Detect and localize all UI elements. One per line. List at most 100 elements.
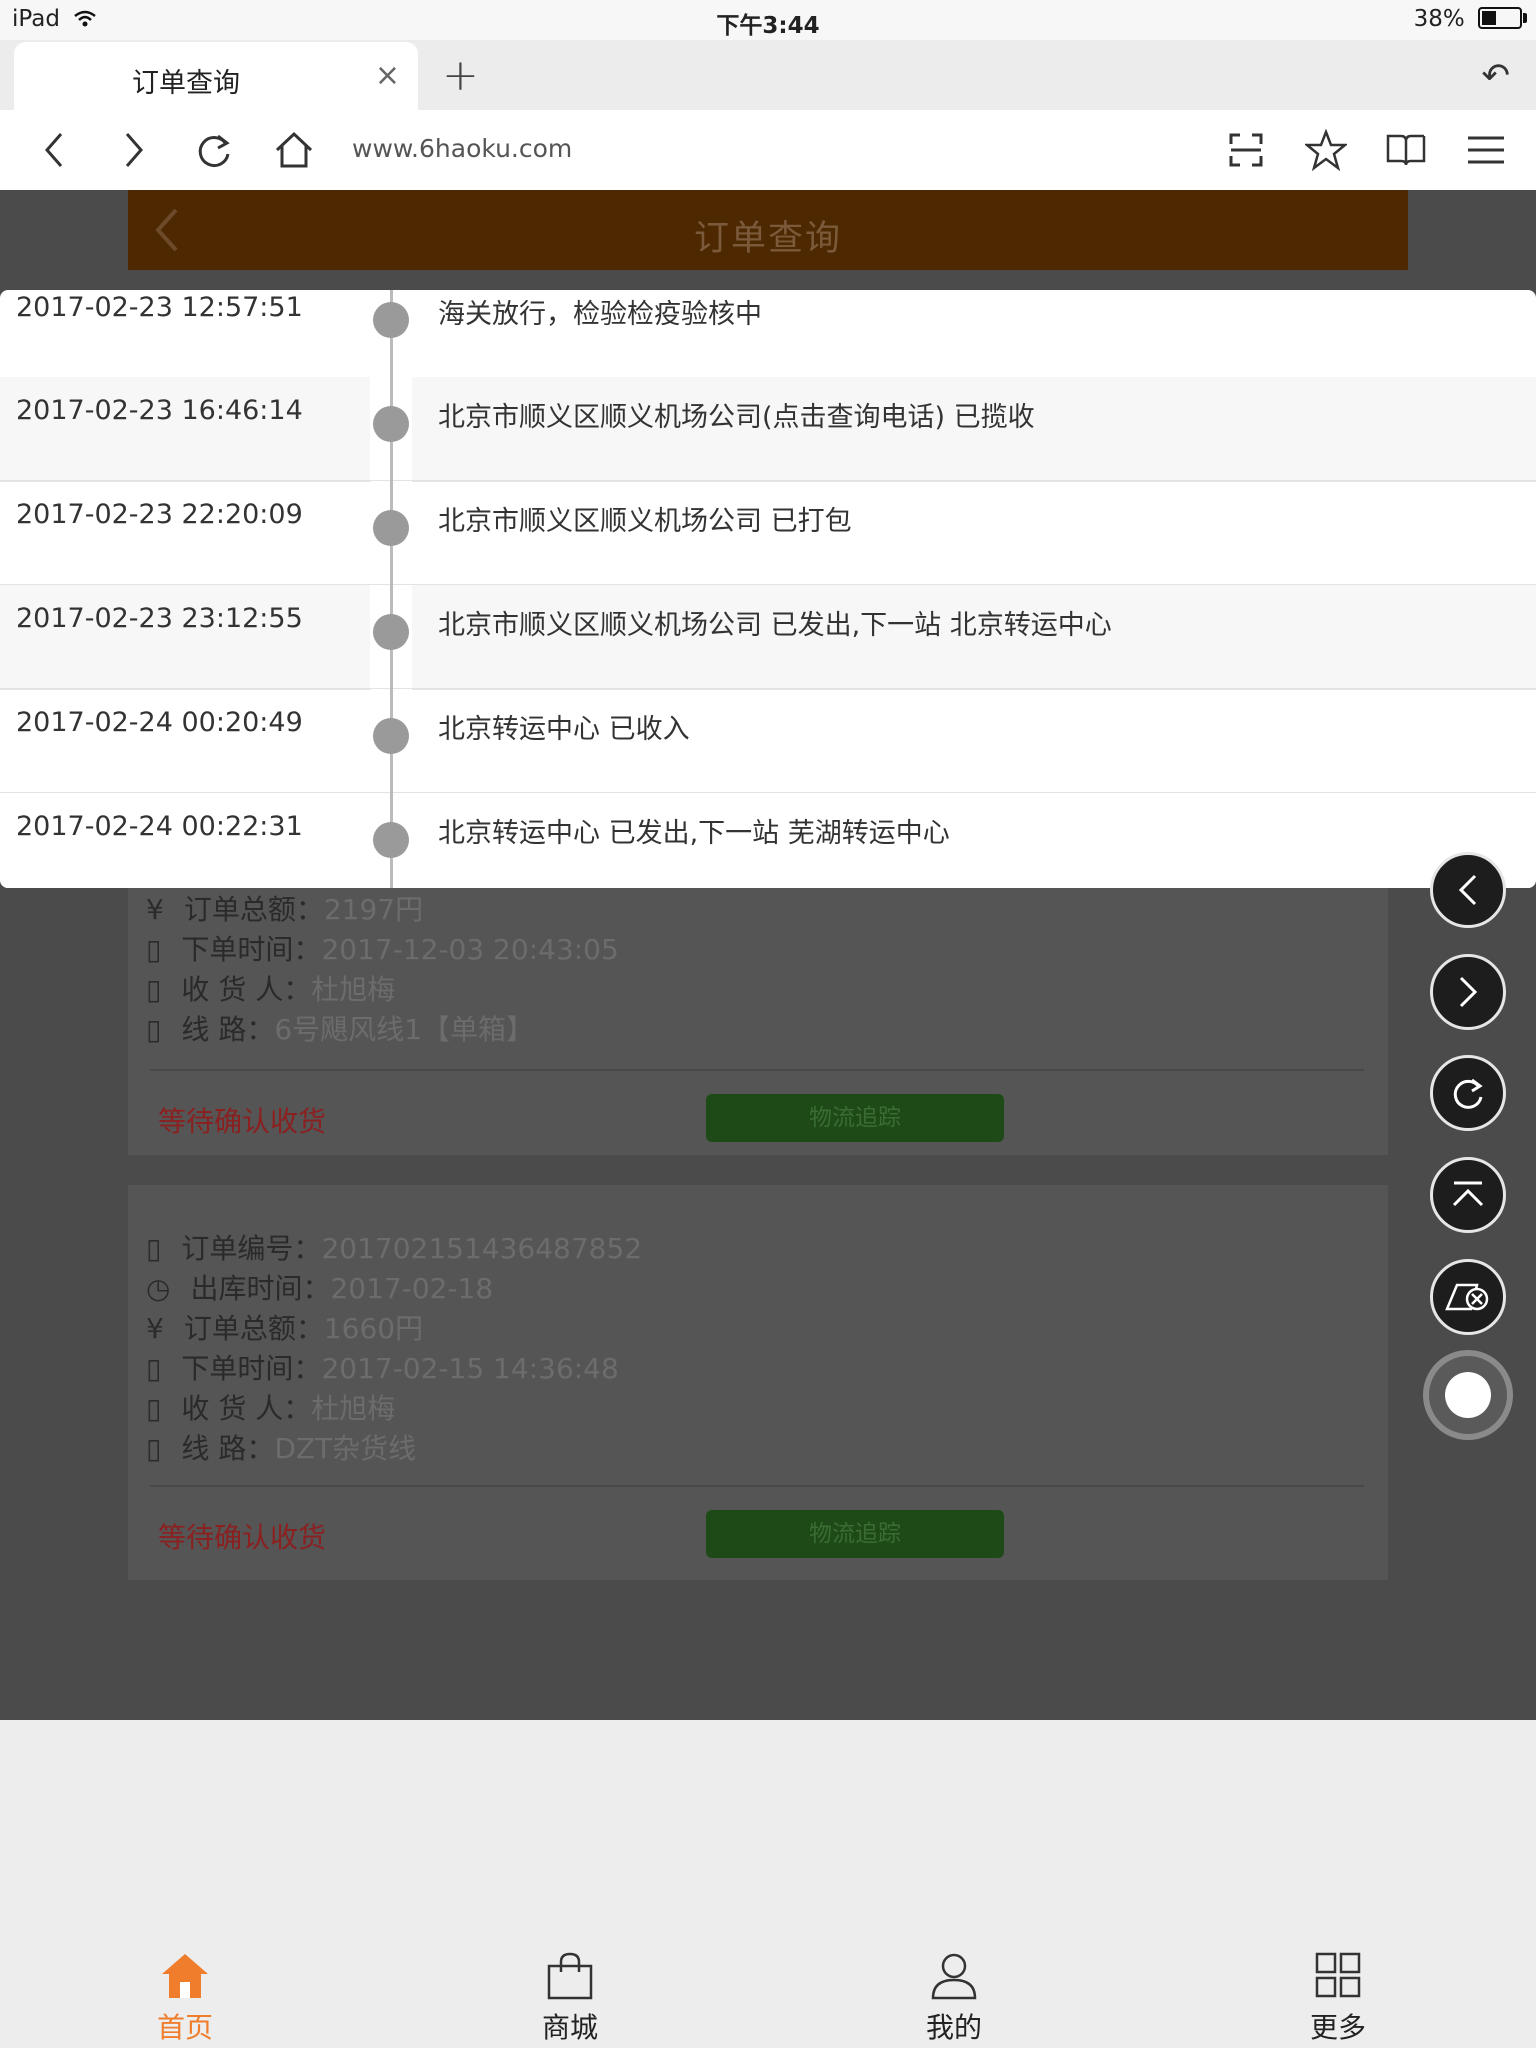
shopping-bag-icon [547, 1952, 593, 2000]
nav-item-label: 首页 [156, 2011, 213, 2044]
back-icon[interactable] [30, 126, 78, 174]
timeline-line [390, 290, 393, 888]
undo-close-tab-icon[interactable]: ↶ [1482, 56, 1511, 96]
timeline-dot [373, 302, 409, 338]
battery-icon [1478, 7, 1527, 29]
browser-navbar: www.6haoku.com [0, 110, 1536, 190]
tracking-time: 2017-02-23 22:20:09 [16, 499, 303, 530]
yen-icon: ¥ [146, 893, 164, 926]
order-line-label: 订单编号： [181, 1232, 322, 1265]
nav-item-label: 更多 [1309, 2011, 1366, 2044]
page-header: 订单查询 [128, 190, 1408, 270]
tracking-desc: 北京转运中心 已收入 [438, 714, 690, 745]
order-line-value: 杜旭梅 [311, 1392, 396, 1425]
tracking-desc[interactable]: 北京市顺义区顺义机场公司(点击查询电话) 已揽收 [438, 395, 1035, 434]
nav-item-more[interactable]: 更多 [1268, 1952, 1408, 2046]
new-tab-button[interactable]: + [442, 50, 479, 101]
order-line: ◷ 出库时间：2017-02-18 [146, 1267, 493, 1307]
order-line-value: 2197円 [323, 893, 424, 926]
order-line: ▯ 线 路：DZT杂货线 [146, 1427, 416, 1467]
document-icon: ▯ [146, 1392, 162, 1425]
document-icon: ▯ [146, 973, 162, 1006]
home-icon[interactable] [270, 126, 318, 174]
divider [150, 1485, 1364, 1487]
timeline-dot [373, 406, 409, 442]
track-shipment-button[interactable]: 物流追踪 [706, 1510, 1004, 1558]
document-icon: ▯ [146, 1232, 162, 1265]
order-line-label: 订单总额： [183, 893, 324, 926]
order-line-value: 2017-12-03 20:43:05 [321, 933, 619, 966]
yen-icon: ¥ [146, 1312, 164, 1345]
url-bar[interactable]: www.6haoku.com [352, 134, 572, 163]
tracking-desc: 北京市顺义区顺义机场公司 已发出,下一站 北京转运中心 [438, 610, 1112, 641]
reading-mode-icon[interactable] [1382, 126, 1430, 174]
order-line-value: 6号飓风线1【单箱】 [274, 1013, 534, 1046]
float-scroll-top-button[interactable] [1430, 1157, 1506, 1233]
tracking-desc: 海关放行，检验检疫验核中 [438, 299, 762, 330]
forward-icon[interactable] [110, 126, 158, 174]
tracking-desc: 北京市顺义区顺义机场公司 已打包 [438, 506, 852, 537]
nav-item-home[interactable]: 首页 [115, 1952, 255, 2046]
tracking-row: 2017-02-24 00:20:49 北京转运中心 已收入 [0, 689, 1536, 794]
battery-percent: 38% [1413, 6, 1465, 32]
user-icon [931, 1953, 977, 2000]
eraser-icon [1445, 1283, 1489, 1311]
chevron-right-icon [1459, 976, 1478, 1008]
float-reload-button[interactable] [1430, 1055, 1506, 1131]
float-back-button[interactable] [1430, 852, 1506, 928]
home-icon [162, 1954, 208, 1998]
order-line-label: 出库时间： [190, 1272, 331, 1305]
float-forward-button[interactable] [1430, 954, 1506, 1030]
timeline-dot [373, 718, 409, 754]
assistive-touch-button[interactable] [1423, 1350, 1513, 1440]
nav-item-shop[interactable]: 商城 [500, 1952, 640, 2046]
tracking-row: 2017-02-23 23:12:55 北京市顺义区顺义机场公司 已发出,下一站… [0, 585, 1536, 690]
reload-icon[interactable] [190, 126, 238, 174]
float-clear-button[interactable] [1430, 1259, 1506, 1335]
chevron-left-icon [1458, 874, 1477, 906]
document-icon: ▯ [146, 1352, 162, 1385]
tracking-time: 2017-02-23 12:57:51 [16, 292, 303, 323]
track-shipment-button[interactable]: 物流追踪 [706, 1094, 1004, 1142]
order-line: ▯ 线 路：6号飓风线1【单箱】 [146, 1008, 534, 1048]
order-card: ▯ 订单编号：201702151436487852 ◷ 出库时间：2017-02-1… [128, 1185, 1388, 1580]
order-line-label: 收 货 人： [181, 1392, 312, 1425]
order-status: 等待确认收货 [158, 1105, 327, 1138]
order-line-label: 收 货 人： [181, 973, 312, 1006]
order-line-value: 1660円 [323, 1312, 424, 1345]
nav-item-label: 我的 [925, 2011, 982, 2044]
tracking-time: 2017-02-24 00:22:31 [16, 811, 303, 842]
order-line-value: 201702151436487852 [321, 1232, 643, 1265]
tracking-popup: 2017-02-23 12:57:51 海关放行，检验检疫验核中 2017-02… [0, 290, 1536, 888]
menu-icon[interactable] [1462, 126, 1510, 174]
tab-title: 订单查询 [132, 68, 240, 99]
browser-tab[interactable]: 订单查询 × [14, 42, 418, 110]
order-line: ▯ 下单时间：2017-12-03 20:43:05 [146, 928, 619, 968]
status-time: 下午3:44 [716, 13, 820, 39]
tracking-row: 2017-02-24 00:22:31 北京转运中心 已发出,下一站 芜湖转运中… [0, 793, 1536, 888]
clock-icon: ◷ [146, 1272, 171, 1305]
tracking-time: 2017-02-24 00:20:49 [16, 707, 303, 738]
scan-icon[interactable] [1222, 126, 1270, 174]
document-icon: ▯ [146, 933, 162, 966]
tracking-row: 2017-02-23 22:20:09 北京市顺义区顺义机场公司 已打包 [0, 481, 1536, 586]
order-line: ▯ 收 货 人：杜旭梅 [146, 1387, 395, 1427]
timeline-dot [373, 822, 409, 858]
grid-icon [1315, 1952, 1361, 1998]
tracking-row: 2017-02-23 16:46:14 北京市顺义区顺义机场公司(点击查询电话)… [0, 377, 1536, 482]
tab-strip: 订单查询 × + ↶ [0, 40, 1536, 110]
nav-item-label: 商城 [541, 2011, 598, 2044]
order-line: ▯ 订单编号：201702151436487852 [146, 1227, 642, 1267]
nav-item-mine[interactable]: 我的 [884, 1952, 1024, 2046]
order-line-label: 线 路： [181, 1432, 275, 1465]
divider [150, 1069, 1364, 1071]
order-line: ▯ 收 货 人：杜旭梅 [146, 968, 395, 1008]
close-tab-icon[interactable]: × [375, 58, 400, 93]
order-line-value: 2017-02-18 [330, 1272, 494, 1305]
status-bar: iPad 下午3:44 38% [0, 0, 1536, 40]
bottom-nav: 首页 商城 我的 更多 [0, 1720, 1536, 2048]
scroll-to-top-icon [1452, 1181, 1484, 1207]
tracking-row: 2017-02-23 12:57:51 海关放行，检验检疫验核中 [0, 290, 1536, 379]
bookmark-star-icon[interactable] [1302, 126, 1350, 174]
order-line-label: 线 路： [181, 1013, 275, 1046]
